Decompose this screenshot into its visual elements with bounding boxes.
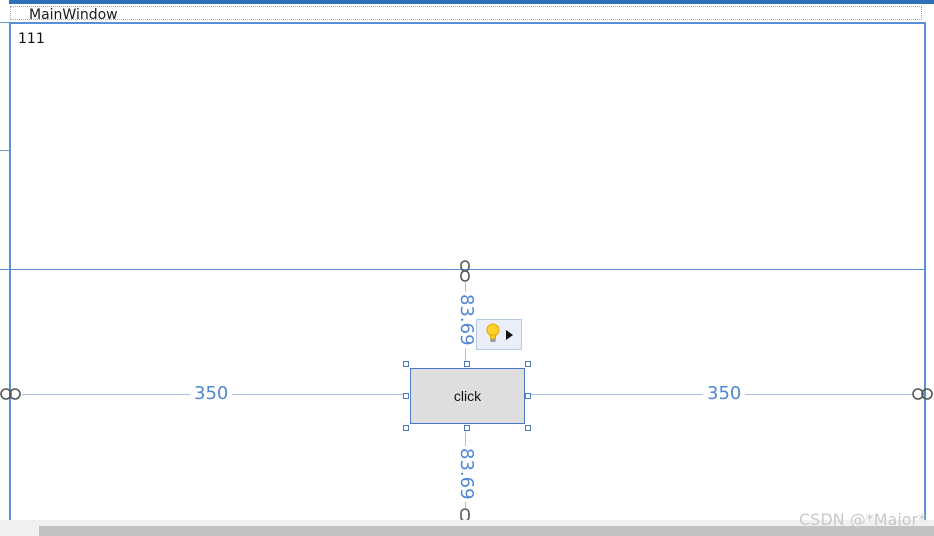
window-title-bar[interactable]: [10, 6, 922, 20]
text-label[interactable]: 111: [18, 30, 45, 48]
resize-handle-top-right[interactable]: [525, 361, 531, 367]
designer-top-strip: [0, 0, 934, 4]
top-margin-value[interactable]: 83.69: [456, 292, 477, 348]
resize-handle-top[interactable]: [464, 361, 470, 367]
lightbulb-icon: [486, 323, 500, 347]
chain-link-icon[interactable]: [0, 387, 22, 401]
left-margin-value[interactable]: 350: [190, 384, 233, 404]
resize-handle-left[interactable]: [403, 393, 409, 399]
left-rule: [0, 22, 9, 23]
chain-link-icon[interactable]: [459, 260, 471, 282]
triangle-right-icon: [506, 325, 513, 344]
resize-handle-bottom-right[interactable]: [525, 425, 531, 431]
bottom-margin-value[interactable]: 83.69: [456, 446, 477, 502]
right-margin-value[interactable]: 350: [703, 384, 746, 404]
resize-handle-top-left[interactable]: [403, 361, 409, 367]
smart-tag-button[interactable]: [476, 319, 522, 350]
click-button[interactable]: click: [410, 368, 525, 424]
resize-handle-bottom[interactable]: [464, 425, 470, 431]
chain-link-icon[interactable]: [912, 387, 934, 401]
designer-left-edge: [0, 0, 9, 536]
row-guide-outer: [0, 269, 9, 270]
watermark: CSDN @*Major*: [799, 510, 927, 529]
left-rule: [0, 150, 9, 151]
resize-handle-right[interactable]: [525, 393, 531, 399]
resize-handle-bottom-left[interactable]: [403, 425, 409, 431]
